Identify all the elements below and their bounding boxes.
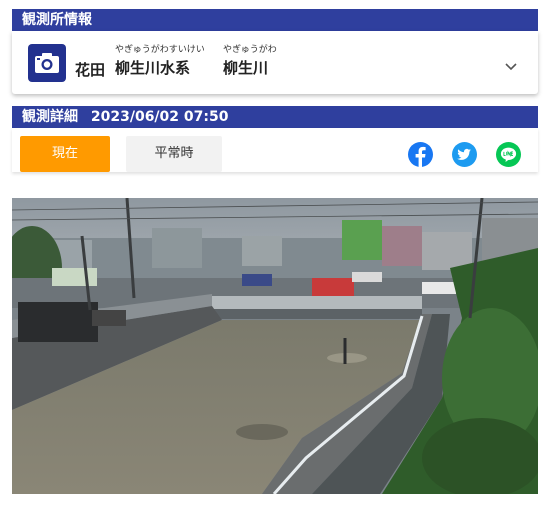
- station-name: 花田: [75, 61, 106, 79]
- twitter-icon[interactable]: [452, 142, 477, 167]
- observation-detail-title: 観測詳細: [22, 109, 78, 125]
- river-system-ruby: やぎゅうがわすいけい: [115, 45, 205, 55]
- chevron-down-icon[interactable]: [504, 57, 518, 76]
- river-system-name: 柳生川水系: [115, 59, 191, 77]
- observation-detail-header: 観測詳細 2023/06/02 07:50: [12, 106, 538, 128]
- station-card[interactable]: 花田 やぎゅうがわすいけい 柳生川水系 やぎゅうがわ 柳生川: [12, 31, 538, 94]
- station-info-header: 観測所情報: [12, 9, 538, 31]
- station-info-title: 観測所情報: [22, 12, 92, 28]
- river-name: 柳生川: [223, 59, 269, 77]
- river-system: やぎゅうがわすいけい 柳生川水系: [115, 44, 205, 79]
- river: やぎゅうがわ 柳生川: [223, 44, 277, 79]
- observation-datetime: 2023/06/02 07:50: [90, 109, 229, 125]
- camera-icon: [28, 44, 66, 82]
- line-icon[interactable]: [496, 142, 521, 167]
- tab-normal[interactable]: 平常時: [126, 136, 222, 172]
- tab-bar: 現在 平常時: [12, 128, 538, 172]
- river-ruby: やぎゅうがわ: [223, 45, 277, 55]
- river-camera-image: [12, 198, 538, 494]
- facebook-icon[interactable]: [408, 142, 433, 167]
- tab-current[interactable]: 現在: [20, 136, 110, 172]
